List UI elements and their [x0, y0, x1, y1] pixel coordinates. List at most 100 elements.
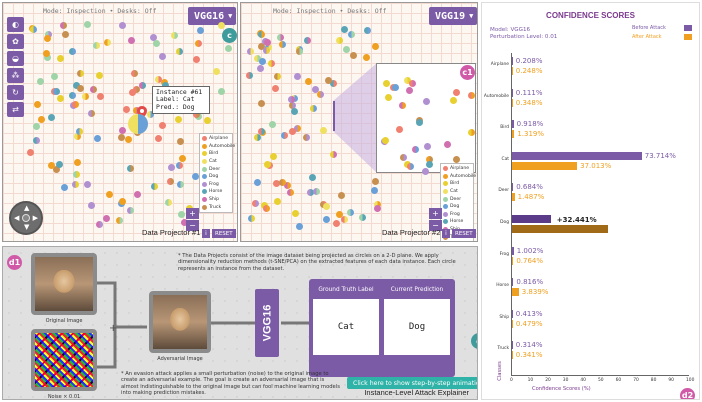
legend-item[interactable]: Truck	[202, 203, 230, 211]
scatter-point[interactable]	[225, 44, 233, 52]
bar-frog-before[interactable]	[512, 246, 514, 255]
scatter-point[interactable]	[295, 47, 303, 55]
legend-item[interactable]: Deer	[443, 195, 471, 203]
scatter-point[interactable]	[359, 214, 367, 222]
scatter-point[interactable]	[392, 83, 400, 91]
scatter-point[interactable]	[62, 31, 70, 39]
scatter-point[interactable]	[43, 35, 51, 43]
scatter-point[interactable]	[177, 210, 185, 218]
scatter-point[interactable]	[74, 158, 81, 166]
scatter-point[interactable]	[76, 84, 84, 92]
info-button[interactable]: i	[442, 229, 450, 238]
scatter-point[interactable]	[126, 206, 134, 214]
scatter-point[interactable]	[317, 90, 325, 98]
bar-automobile-before[interactable]	[512, 88, 513, 97]
cluster-icon[interactable]: ⁂	[7, 68, 24, 83]
bar-dog-before[interactable]	[512, 215, 551, 223]
scatter-point[interactable]	[467, 91, 475, 99]
scatter-point[interactable]	[268, 60, 276, 68]
legend-item[interactable]: Automobile	[443, 173, 476, 181]
scatter-point[interactable]	[96, 221, 104, 229]
scatter-point[interactable]	[55, 160, 63, 168]
scatter-point[interactable]	[75, 127, 83, 135]
bar-truck-after[interactable]	[512, 351, 513, 360]
scatter-point[interactable]	[158, 52, 166, 60]
scatter-point[interactable]	[278, 178, 286, 186]
scatter-point[interactable]	[468, 128, 476, 136]
legend-item[interactable]: Automobile	[202, 143, 235, 151]
arrow-down-icon[interactable]: ▼	[24, 224, 29, 231]
scatter-point[interactable]	[134, 191, 142, 199]
scatter-point[interactable]	[71, 100, 79, 108]
scatter-point[interactable]	[32, 122, 40, 130]
scatter-point[interactable]	[174, 116, 182, 124]
legend-item[interactable]: Deer	[202, 165, 230, 173]
scatter-point[interactable]	[92, 41, 100, 49]
scatter-point[interactable]	[213, 67, 221, 75]
scatter-point[interactable]	[385, 94, 393, 102]
scatter-point[interactable]	[154, 75, 162, 83]
bar-deer-before[interactable]	[512, 183, 514, 192]
scatter-point[interactable]	[34, 100, 42, 108]
scatter-point[interactable]	[27, 148, 35, 156]
legend-item[interactable]: Dog	[202, 173, 230, 181]
scatter-point[interactable]	[177, 137, 185, 145]
legend-item[interactable]: Horse	[202, 188, 230, 196]
scatter-point[interactable]	[119, 126, 127, 134]
scatter-point[interactable]	[128, 88, 136, 96]
scatter-point[interactable]	[68, 91, 76, 99]
scatter-point[interactable]	[273, 73, 281, 81]
scatter-point[interactable]	[87, 202, 95, 209]
scatter-point[interactable]	[258, 99, 266, 107]
scatter-point[interactable]	[257, 127, 265, 135]
scatter-point[interactable]	[349, 51, 357, 59]
scatter-point[interactable]	[346, 209, 354, 217]
zoom-in-icon[interactable]: +	[186, 208, 199, 219]
scatter-point[interactable]	[395, 126, 403, 134]
scatter-point[interactable]	[69, 48, 77, 56]
palette-icon[interactable]: ✿	[7, 34, 24, 49]
scatter-point[interactable]	[193, 55, 201, 63]
scatter-point[interactable]	[88, 109, 96, 117]
scatter-point[interactable]	[118, 21, 126, 29]
bar-airplane-before[interactable]	[512, 57, 513, 65]
scatter-point[interactable]	[324, 76, 332, 84]
legend-item[interactable]: Cat	[202, 158, 230, 166]
scatter-point[interactable]	[372, 177, 380, 185]
scatter-point[interactable]	[167, 177, 175, 185]
scatter-point[interactable]	[95, 71, 103, 79]
legend-item[interactable]: Bird	[443, 180, 471, 188]
bar-automobile-after[interactable]	[512, 98, 513, 107]
scatter-point[interactable]	[269, 121, 277, 129]
scatter-point[interactable]	[309, 105, 317, 113]
scatter-point[interactable]	[103, 38, 111, 46]
filter-icon[interactable]: ◒	[7, 51, 24, 66]
scatter-point[interactable]	[175, 48, 183, 56]
scatter-point[interactable]	[295, 222, 303, 230]
bar-cat-after[interactable]	[512, 161, 578, 170]
scatter-point[interactable]	[303, 37, 311, 45]
scatter-point[interactable]	[412, 146, 420, 153]
legend-item[interactable]: Frog	[443, 211, 471, 219]
scatter-point[interactable]	[139, 81, 147, 89]
bar-horse-after[interactable]	[512, 288, 519, 297]
bar-frog-after[interactable]	[512, 256, 514, 265]
scatter-point[interactable]	[289, 128, 297, 136]
scatter-point[interactable]	[313, 188, 321, 196]
scatter-point[interactable]	[364, 26, 372, 34]
refresh-icon[interactable]: ↻	[7, 85, 24, 100]
pan-joystick[interactable]: ▲ ▼ ◀ ▶	[9, 201, 43, 235]
scatter-point[interactable]	[130, 69, 138, 77]
scatter-point[interactable]	[273, 198, 281, 206]
sync-icon[interactable]: ⇄	[7, 102, 24, 117]
scatter-point[interactable]	[263, 160, 271, 168]
bar-deer-after[interactable]	[512, 193, 515, 202]
scatter-point[interactable]	[444, 140, 452, 148]
scatter-point[interactable]	[47, 113, 55, 121]
scatter-point[interactable]	[128, 37, 136, 45]
bar-bird-before[interactable]	[512, 120, 514, 129]
scatter-point[interactable]	[122, 106, 130, 113]
scatter-point[interactable]	[168, 164, 176, 172]
legend-item[interactable]: Horse	[443, 218, 471, 226]
scatter-point[interactable]	[90, 85, 98, 93]
